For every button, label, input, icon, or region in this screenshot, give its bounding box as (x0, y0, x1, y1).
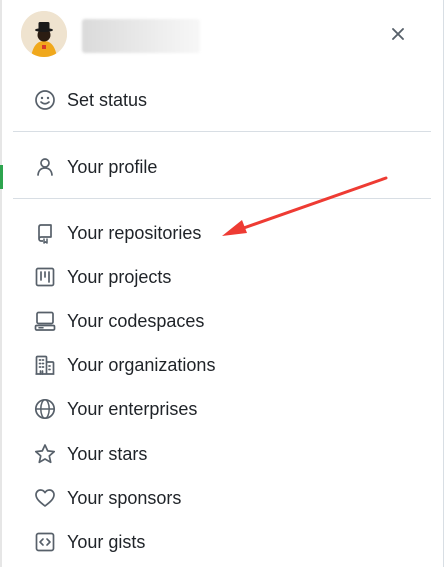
menu-item-stars[interactable]: Your stars (13, 434, 417, 474)
menu-item-label: Set status (67, 89, 148, 110)
menu-item-label: Your stars (67, 443, 148, 464)
menu-item-label: Your projects (67, 266, 172, 287)
organization-icon (34, 354, 56, 376)
user-menu-panel: username Set status Your profile (0, 0, 444, 567)
divider (13, 131, 431, 132)
menu-item-label: Your profile (67, 156, 158, 177)
menu-item-label: Your gists (67, 531, 146, 552)
close-icon (392, 28, 404, 40)
menu-item-gists[interactable]: Your gists (13, 522, 417, 562)
menu-item-profile[interactable]: Your profile (13, 147, 417, 187)
star-icon (34, 443, 56, 465)
divider (13, 198, 431, 199)
menu-item-label: Your organizations (67, 354, 216, 375)
avatar[interactable] (21, 11, 67, 57)
menu-item-repositories[interactable]: Your repositories (13, 213, 417, 253)
menu-item-label: Your codespaces (67, 310, 205, 331)
menu-item-label: Your sponsors (67, 487, 182, 508)
code-square-icon (34, 531, 56, 553)
menu-item-sponsors[interactable]: Your sponsors (13, 478, 417, 518)
project-icon (34, 266, 56, 288)
close-button[interactable] (382, 18, 414, 50)
globe-icon (34, 398, 56, 420)
smiley-icon (34, 89, 56, 111)
menu-item-organizations[interactable]: Your organizations (13, 345, 417, 385)
menu-header: username (0, 0, 444, 68)
menu-item-label: Your repositories (67, 222, 202, 243)
menu-item-label: Your enterprises (67, 398, 198, 419)
menu-item-enterprises[interactable]: Your enterprises (13, 389, 417, 429)
codespaces-icon (34, 310, 56, 332)
person-icon (34, 156, 56, 178)
heart-icon (34, 487, 56, 509)
menu-item-codespaces[interactable]: Your codespaces (13, 301, 417, 341)
left-edge-accent (0, 165, 3, 189)
repo-icon (34, 222, 56, 244)
left-edge-shadow (0, 0, 2, 567)
username: username (82, 19, 200, 53)
menu-item-projects[interactable]: Your projects (13, 257, 417, 297)
avatar-image (21, 11, 67, 57)
menu-item-set-status[interactable]: Set status (13, 80, 417, 120)
